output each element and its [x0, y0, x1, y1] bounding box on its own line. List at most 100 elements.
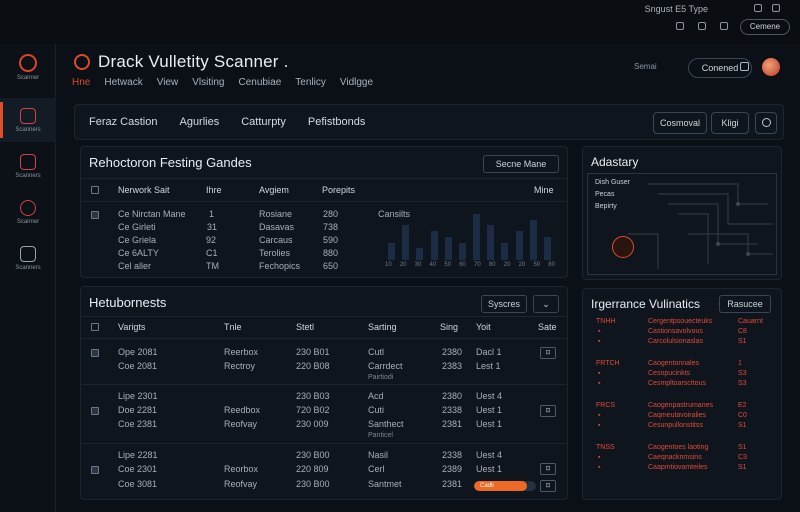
vuln-item[interactable]: Caqmeutavoiralies	[648, 412, 706, 419]
warning-icon: ▪	[598, 464, 601, 471]
table-cell: Uest 1	[476, 419, 503, 429]
column-header: Nerwork Sait	[118, 185, 170, 195]
app-title: Drack Vulletity Scanner .	[98, 52, 289, 71]
tab-catturpty[interactable]: Catturpty	[241, 116, 286, 128]
nav-item-cenubiae[interactable]: Cenubiae	[238, 77, 281, 88]
row-action-button[interactable]: ⊡	[540, 463, 556, 475]
table-cell: Ce Griela	[118, 235, 157, 245]
vuln-score: C3	[738, 454, 747, 461]
chart-bar	[402, 225, 410, 260]
table-cell: Lipe 2301	[118, 391, 158, 401]
sidebar-item-shield[interactable]: Scanners	[0, 144, 56, 188]
circuit-illustration	[587, 173, 777, 275]
vuln-item[interactable]: Castionsavolvous	[648, 328, 703, 335]
column-header: Stetl	[296, 322, 315, 332]
cosmoval-button[interactable]: Cosmoval	[653, 112, 707, 134]
resource-dropdown[interactable]: Rasucee	[719, 295, 771, 313]
vuln-group-head[interactable]: TNHH	[596, 318, 615, 325]
row-checkbox[interactable]	[91, 349, 99, 357]
wifi-icon	[754, 4, 762, 12]
column-header: Sarting	[368, 322, 397, 332]
table-cell: Uest 4	[476, 450, 503, 460]
nav-item-network[interactable]: Hetwack	[104, 77, 142, 88]
system-info: Sngust E5 Type	[644, 4, 708, 14]
row-action-button[interactable]: ⊡	[540, 480, 556, 492]
row-action-button[interactable]: ⊡	[540, 405, 556, 417]
tab-pefistbonds[interactable]: Pefistbonds	[308, 116, 365, 128]
alert-icon[interactable]	[612, 236, 634, 258]
table-cell: 230 B00	[296, 479, 330, 489]
search-button[interactable]	[755, 112, 777, 134]
divider	[82, 443, 566, 444]
table-cell: 2380	[442, 391, 463, 401]
sidebar-item-target[interactable]: Scanner	[0, 190, 56, 234]
scan-progress-bar: Cadli	[474, 481, 536, 491]
chevron-down-icon[interactable]: ⌄	[533, 295, 559, 313]
select-all-checkbox[interactable]	[91, 186, 99, 194]
nav-item-visiting[interactable]: Vlsiting	[192, 77, 224, 88]
tab-feraz-castion[interactable]: Feraz Castion	[89, 116, 157, 128]
header-search-label[interactable]: Semai	[634, 62, 657, 71]
top-pill-button[interactable]: Cemene	[740, 19, 790, 35]
table-cell: Rectroy	[224, 361, 256, 371]
table-cell: Uest 1	[476, 405, 503, 415]
table-cell: 2381	[442, 479, 463, 489]
table-cell: Acd	[368, 391, 384, 401]
notification-icon[interactable]	[676, 22, 684, 30]
vuln-item[interactable]: Caeqnacknmsins	[648, 454, 702, 461]
select-all-checkbox[interactable]	[91, 323, 99, 331]
vuln-group-head[interactable]: FRCS	[596, 402, 615, 409]
settings-icon[interactable]	[698, 22, 706, 30]
vuln-item[interactable]: Cesunpullonstitss	[648, 422, 703, 429]
vuln-item[interactable]: Caogenpastrumanes	[648, 402, 713, 409]
warning-icon: ▪	[598, 380, 601, 387]
chart-bar	[515, 231, 523, 260]
sidebar-item-network[interactable]: Scanners	[0, 236, 56, 280]
chart-tick-label: 80	[548, 262, 555, 268]
vuln-score: C0	[738, 412, 747, 419]
row-checkbox[interactable]	[91, 211, 99, 219]
table-cell: Santmet	[368, 479, 402, 489]
divider	[82, 338, 566, 339]
vuln-score: S1	[738, 444, 747, 451]
nav-item-home[interactable]: Hne	[72, 77, 90, 88]
avatar[interactable]	[762, 58, 780, 76]
vuln-item[interactable]: Cesmpltoarscttous	[648, 380, 706, 387]
kligi-button[interactable]: Kligi	[711, 112, 749, 134]
row-checkbox[interactable]	[91, 407, 99, 415]
app-logo-icon	[19, 54, 37, 72]
chart-tick-label: 50	[444, 262, 452, 268]
vuln-item[interactable]: Caapmtiovamteiles	[648, 464, 708, 471]
scene-dropdown[interactable]: Secne Mane	[483, 155, 559, 173]
divider	[82, 178, 566, 179]
progress-fill: Cadli	[474, 481, 528, 491]
sidebar-item-scanners[interactable]: Scanners	[0, 98, 56, 142]
table-cell: Reedbox	[224, 405, 261, 415]
vuln-item[interactable]: Carcolulsionaslas	[648, 338, 703, 345]
table-cell-sub: Panticel	[368, 432, 393, 439]
lock-icon[interactable]	[740, 62, 749, 71]
tab-agurlies[interactable]: Agurlies	[179, 116, 219, 128]
chart-tick-label: 20	[399, 262, 407, 268]
nav-item-tenlicy[interactable]: Tenlicy	[295, 77, 326, 88]
row-checkbox[interactable]	[91, 466, 99, 474]
vuln-group-head[interactable]: TNSS	[596, 444, 615, 451]
table-cell: Coe 2081	[118, 361, 158, 371]
nav-item-view[interactable]: View	[157, 77, 179, 88]
vuln-item[interactable]: Cesnpucinkts	[648, 370, 690, 377]
help-icon[interactable]	[720, 22, 728, 30]
table-cell: Coe 2381	[118, 419, 158, 429]
sidebar-logo[interactable]: Scanner	[0, 54, 56, 81]
row-action-button[interactable]: ⊡	[540, 347, 556, 359]
table-cell: Reorbox	[224, 464, 259, 474]
nav-item-vidlgge[interactable]: Vidlgge	[340, 77, 373, 88]
panel-title: Hetubornests	[89, 295, 167, 310]
table-cell-sub: Pairtiodi	[368, 374, 394, 381]
table-cell: 2383	[442, 361, 463, 371]
vuln-item[interactable]: Caogentoes laoting	[648, 444, 708, 451]
syscres-button[interactable]: Syscres	[481, 295, 527, 313]
vuln-item[interactable]: Cergentpsouecteuks	[648, 318, 712, 325]
vuln-group-head[interactable]: FRTCH	[596, 360, 620, 367]
table-cell: 230 009	[296, 419, 329, 429]
vuln-item[interactable]: Caogentonnales	[648, 360, 699, 367]
